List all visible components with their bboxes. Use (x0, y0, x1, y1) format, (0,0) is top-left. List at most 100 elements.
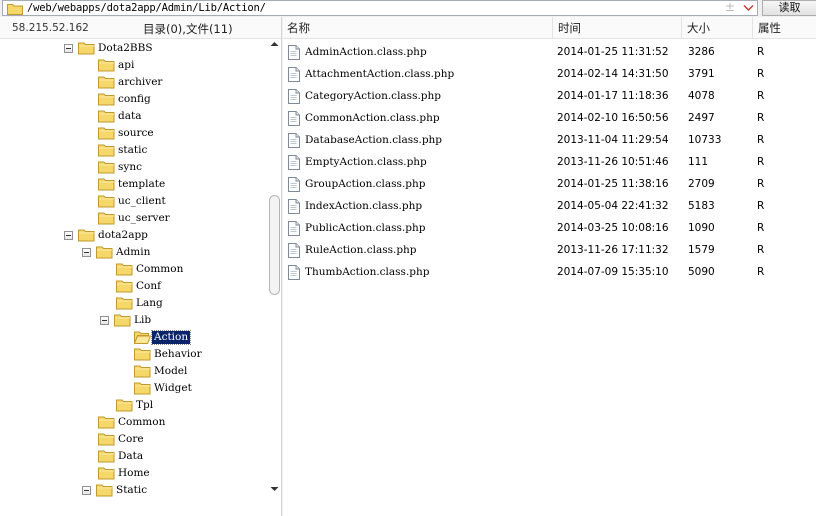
collapse-toggle-icon[interactable] (82, 248, 91, 257)
tree-item-admin[interactable]: Admin (0, 244, 268, 261)
file-size: 5090 (688, 266, 715, 278)
column-header-attr[interactable]: 属性 (754, 17, 816, 39)
tree-item-dota2bbs[interactable]: Dota2BBS (0, 40, 268, 57)
tree-item-label[interactable]: api (116, 59, 136, 72)
path-text: /web/webapps/dota2app/Admin/Lib/Action/ (27, 2, 266, 14)
file-row[interactable]: PublicAction.class.php 2014-03-25 10:08:1… (283, 218, 816, 240)
collapse-toggle-icon[interactable] (64, 44, 73, 53)
tree-item-label[interactable]: Data (116, 450, 145, 463)
tree-item-label[interactable]: uc_client (116, 195, 168, 208)
tree-item-widget[interactable]: Widget (0, 380, 268, 397)
file-row[interactable]: GroupAction.class.php 2014-01-25 11:38:16… (283, 174, 816, 196)
plus-minus-icon[interactable]: ± (725, 0, 735, 14)
folder-icon (98, 92, 115, 106)
tree-item-uc-client[interactable]: uc_client (0, 193, 268, 210)
tree-item-label[interactable]: source (116, 127, 156, 140)
tree-item-source[interactable]: source (0, 125, 268, 142)
tree-item-lib[interactable]: Lib (0, 312, 268, 329)
tree-item-label[interactable]: Behavior (152, 348, 204, 361)
file-row[interactable]: DatabaseAction.class.php 2013-11-04 11:29… (283, 130, 816, 152)
collapse-toggle-icon[interactable] (64, 231, 73, 240)
collapse-toggle-icon[interactable] (100, 316, 109, 325)
php-file-icon (288, 177, 300, 195)
file-attr: R (757, 46, 765, 58)
folder-icon (98, 211, 115, 225)
tree-item-static[interactable]: Static (0, 482, 268, 499)
tree-item-data[interactable]: data (0, 108, 268, 125)
file-row[interactable]: IndexAction.class.php 2014-05-04 22:41:32… (283, 196, 816, 218)
tree-item-label[interactable]: data (116, 110, 143, 123)
file-row[interactable]: AttachmentAction.class.php 2014-02-14 14:… (283, 64, 816, 86)
tree-item-tpl[interactable]: Tpl (0, 397, 268, 414)
tree-item-label[interactable]: Common (134, 263, 185, 276)
folder-icon (116, 279, 133, 293)
tree-item-sync[interactable]: sync (0, 159, 268, 176)
tree-item-label[interactable]: Action (150, 330, 192, 345)
column-header-time[interactable]: 时间 (554, 17, 682, 39)
tree-item-uc-server[interactable]: uc_server (0, 210, 268, 227)
file-row[interactable]: EmptyAction.class.php 2013-11-26 10:51:46… (283, 152, 816, 174)
tree-item-label[interactable]: Lib (132, 314, 153, 327)
file-time: 2014-03-25 10:08:16 (557, 222, 669, 234)
tree-item-conf[interactable]: Conf (0, 278, 268, 295)
file-time: 2014-05-04 22:41:32 (557, 200, 669, 212)
file-attr: R (757, 200, 765, 212)
tree-item-home[interactable]: Home (0, 465, 268, 482)
scroll-down-icon[interactable] (270, 486, 279, 492)
file-row[interactable]: ThumbAction.class.php 2014-07-09 15:35:10… (283, 262, 816, 284)
folder-icon (96, 245, 113, 259)
tree-item-label[interactable]: sync (116, 161, 144, 174)
tree-item-label[interactable]: Lang (134, 297, 165, 310)
tree-item-label[interactable]: Home (116, 467, 152, 480)
file-row[interactable]: AdminAction.class.php 2014-01-25 11:31:52… (283, 42, 816, 64)
tree-item-label[interactable]: Widget (152, 382, 194, 395)
file-attr: R (757, 266, 765, 278)
tree-item-label[interactable]: uc_server (116, 212, 172, 225)
tree-item-behavior[interactable]: Behavior (0, 346, 268, 363)
tree-item-label[interactable]: Common (116, 416, 167, 429)
tree-item-action[interactable]: Action (0, 329, 268, 346)
column-header-size[interactable]: 大小 (683, 17, 753, 39)
server-ip: 58.215.52.162 (12, 22, 89, 34)
scroll-up-icon[interactable] (270, 41, 279, 47)
tree-item-label[interactable]: static (116, 144, 149, 157)
scrollbar-thumb[interactable] (269, 195, 280, 295)
read-button[interactable]: 读取 (762, 0, 816, 16)
tree-item-label[interactable]: config (116, 93, 153, 106)
tree-scrollbar[interactable] (268, 40, 281, 516)
tree-item-label[interactable]: Conf (134, 280, 163, 293)
tree-item-label[interactable]: template (116, 178, 167, 191)
tree-item-config[interactable]: config (0, 91, 268, 108)
tree-item-common[interactable]: Common (0, 414, 268, 431)
tree-item-archiver[interactable]: archiver (0, 74, 268, 91)
directory-pane: 58.215.52.162 目录(0),文件(11) Dota2BBS api ar… (0, 17, 282, 516)
file-row[interactable]: CategoryAction.class.php 2014-01-17 11:18… (283, 86, 816, 108)
tree-item-core[interactable]: Core (0, 431, 268, 448)
chevron-down-icon[interactable] (743, 4, 754, 12)
tree-item-model[interactable]: Model (0, 363, 268, 380)
tree-item-common[interactable]: Common (0, 261, 268, 278)
tree-item-api[interactable]: api (0, 57, 268, 74)
folder-icon (116, 296, 133, 310)
column-header-name[interactable]: 名称 (283, 17, 553, 39)
tree-item-label[interactable]: Dota2BBS (96, 42, 155, 55)
file-attr: R (757, 156, 765, 168)
tree-item-label[interactable]: Model (152, 365, 189, 378)
file-row[interactable]: RuleAction.class.php 2013-11-26 17:11:32 1… (283, 240, 816, 262)
path-input[interactable]: /web/webapps/dota2app/Admin/Lib/Action/ … (2, 0, 758, 16)
php-file-icon (288, 155, 300, 173)
tree-item-label[interactable]: Core (116, 433, 146, 446)
tree-item-dota2app[interactable]: dota2app (0, 227, 268, 244)
tree-item-label[interactable]: Static (114, 484, 149, 497)
tree-item-label[interactable]: dota2app (96, 229, 150, 242)
tree-item-static[interactable]: static (0, 142, 268, 159)
file-row[interactable]: CommonAction.class.php 2014-02-10 16:50:5… (283, 108, 816, 130)
tree-item-label[interactable]: Admin (114, 246, 152, 259)
collapse-toggle-icon[interactable] (82, 486, 91, 495)
tree-item-data[interactable]: Data (0, 448, 268, 465)
tree-item-lang[interactable]: Lang (0, 295, 268, 312)
tree-item-label[interactable]: archiver (116, 76, 164, 89)
tree-item-label[interactable]: Tpl (134, 399, 155, 412)
tree-item-template[interactable]: template (0, 176, 268, 193)
folder-icon (114, 313, 131, 327)
